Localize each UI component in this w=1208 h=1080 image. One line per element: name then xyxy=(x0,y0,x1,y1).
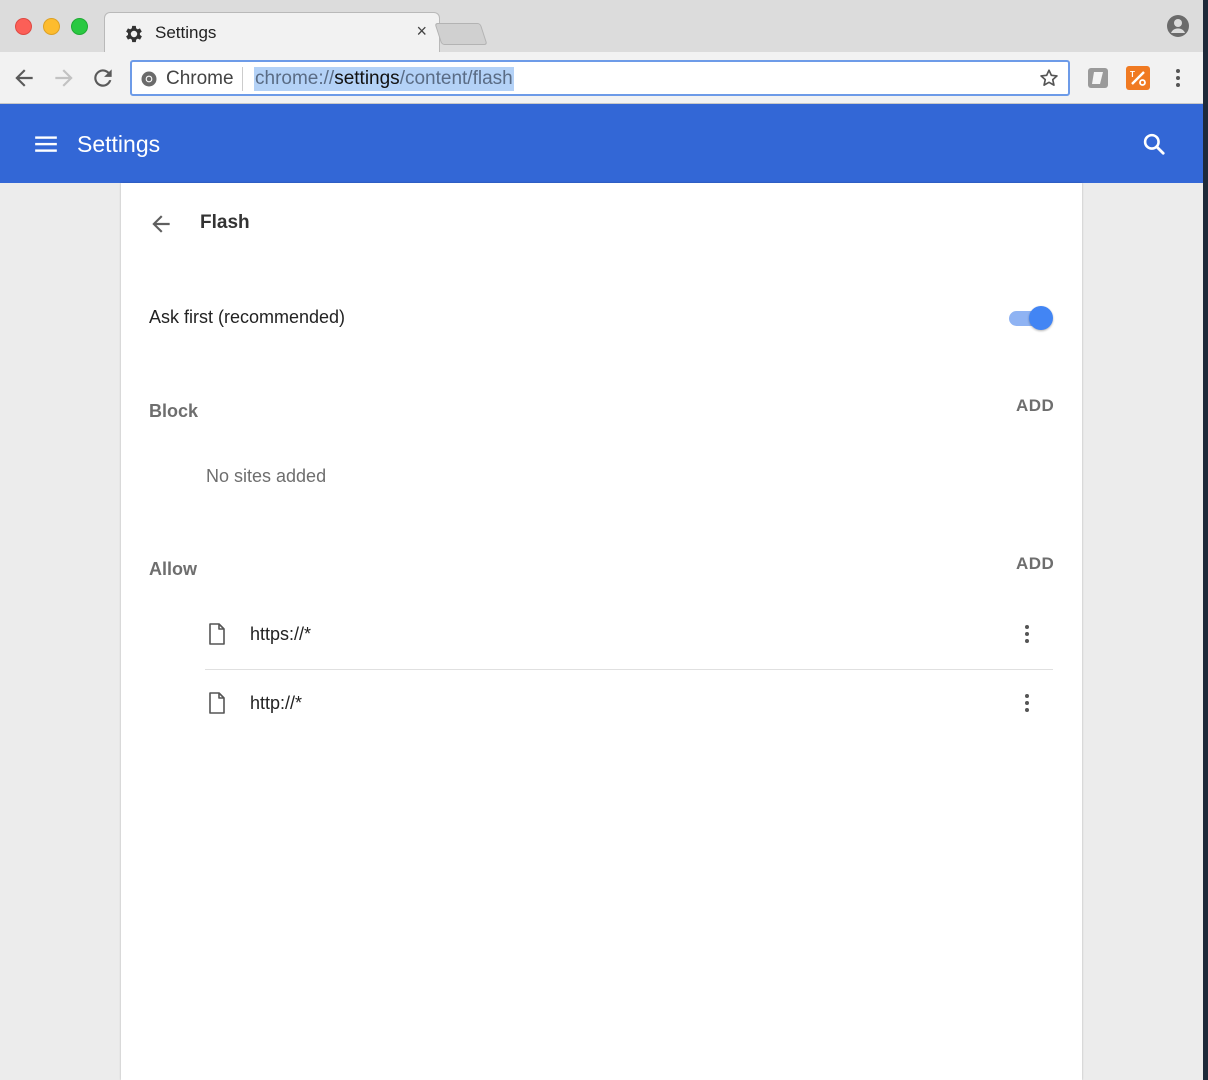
url-text[interactable]: chrome://settings/content/flash xyxy=(254,67,514,91)
file-icon xyxy=(209,623,225,645)
app-title: Settings xyxy=(77,131,161,157)
tab-title: Settings xyxy=(155,23,217,42)
block-heading: Block xyxy=(149,401,199,421)
site-url: https://* xyxy=(250,624,312,644)
svg-text:T: T xyxy=(1130,70,1135,79)
page-title: Flash xyxy=(200,212,250,233)
address-bar[interactable]: Chrome chrome://settings/content/flash xyxy=(130,60,1070,96)
settings-app-bar: Settings xyxy=(0,104,1203,183)
url-path: /content/flash xyxy=(399,68,513,89)
close-tab-icon[interactable]: × xyxy=(416,21,427,42)
url-host: settings xyxy=(334,68,400,89)
browser-toolbar: Chrome chrome://settings/content/flash T xyxy=(0,52,1203,104)
extension-orange-icon[interactable]: T xyxy=(1126,66,1150,90)
allow-heading: Allow xyxy=(149,559,197,579)
more-vertical-icon[interactable] xyxy=(1018,690,1036,716)
ask-first-label: Ask first (recommended) xyxy=(149,307,346,327)
arrow-forward-icon[interactable] xyxy=(51,65,77,91)
allow-add-button[interactable]: ADD xyxy=(1016,554,1054,574)
tab-strip: Settings × xyxy=(0,0,1203,53)
ask-first-toggle[interactable] xyxy=(1009,306,1053,330)
close-window-button[interactable] xyxy=(15,18,32,35)
flash-settings-card: Flash Ask first (recommended) Block ADD … xyxy=(121,183,1082,1080)
percent-icon: T xyxy=(1130,70,1146,86)
file-icon xyxy=(209,692,225,714)
gear-icon xyxy=(126,25,142,43)
allow-site-row[interactable]: http://* xyxy=(205,670,1053,738)
url-scheme: chrome:// xyxy=(255,68,335,89)
omnibox-chip: Chrome xyxy=(166,67,243,91)
site-url: http://* xyxy=(250,693,303,713)
new-tab-button[interactable] xyxy=(434,23,488,45)
allow-site-row[interactable]: https://* xyxy=(205,601,1053,669)
hamburger-icon[interactable] xyxy=(33,131,59,157)
browser-window: Settings × Chrome chrome://settings/cont… xyxy=(0,0,1203,1080)
reload-icon[interactable] xyxy=(90,65,116,91)
minimize-window-button[interactable] xyxy=(43,18,60,35)
extension-icon[interactable] xyxy=(1086,66,1110,90)
zoom-window-button[interactable] xyxy=(71,18,88,35)
star-icon[interactable] xyxy=(1038,67,1060,89)
search-icon[interactable] xyxy=(1141,131,1167,157)
block-add-button[interactable]: ADD xyxy=(1016,396,1054,416)
more-vertical-icon[interactable] xyxy=(1018,621,1036,647)
chrome-icon xyxy=(141,71,157,87)
tab-settings[interactable]: Settings × xyxy=(104,12,440,53)
person-icon[interactable] xyxy=(1166,14,1190,38)
block-empty-text: No sites added xyxy=(206,466,327,486)
arrow-back-icon[interactable] xyxy=(11,65,37,91)
arrow-back-icon[interactable] xyxy=(148,211,174,237)
more-vertical-icon[interactable] xyxy=(1166,66,1190,90)
toggle-knob xyxy=(1029,306,1053,330)
